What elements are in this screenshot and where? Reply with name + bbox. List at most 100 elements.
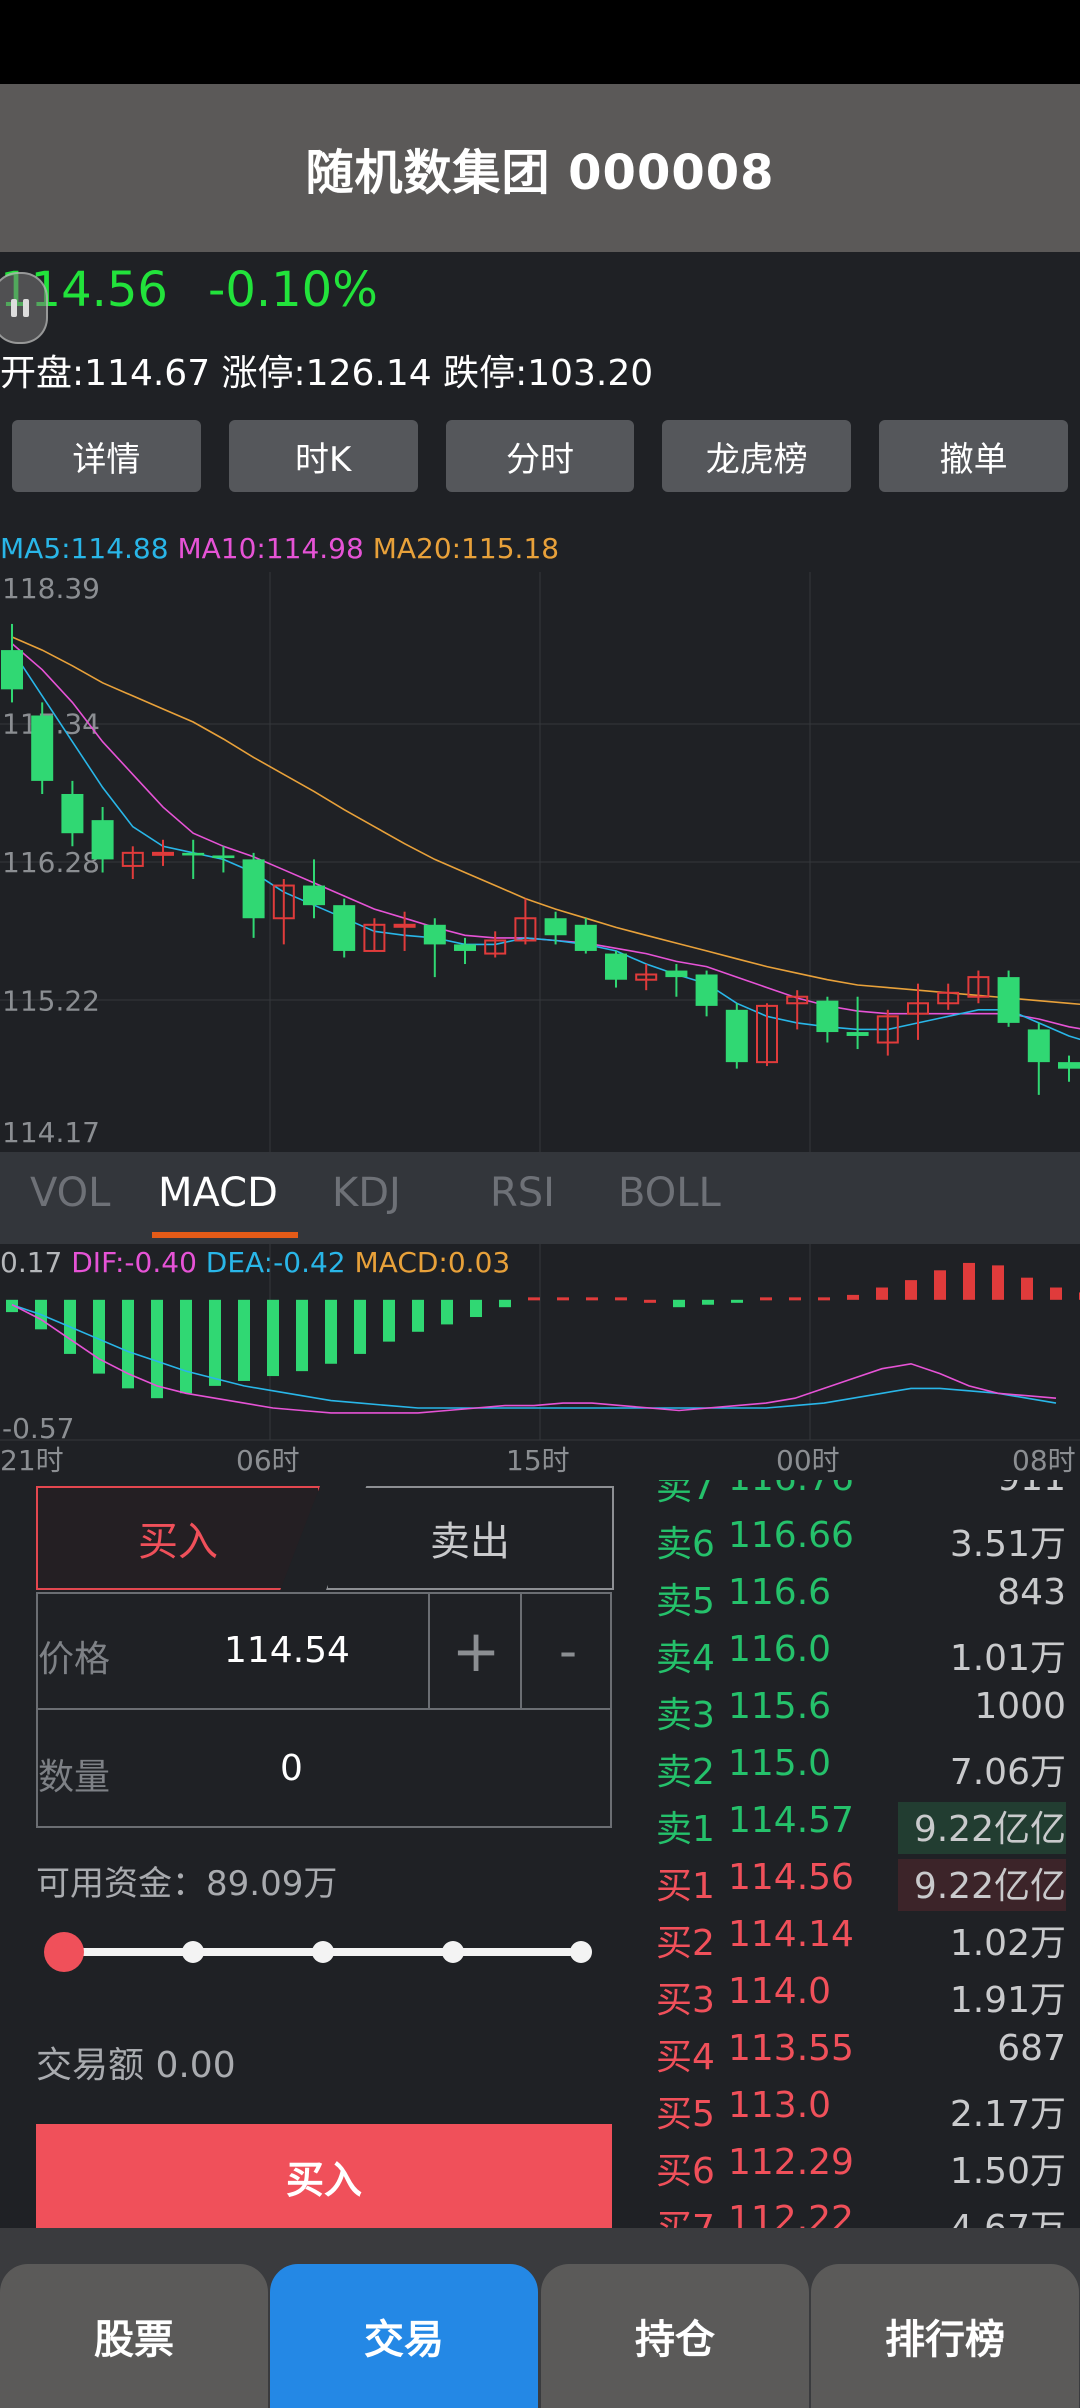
- bid-row[interactable]: 买4 113.55 687: [656, 2028, 1066, 2084]
- order-volume: 911: [997, 1480, 1066, 1499]
- nav-ranking[interactable]: 排行榜: [811, 2264, 1079, 2408]
- macd-bar: [238, 1299, 250, 1381]
- order-side-label: 卖7: [656, 1480, 715, 1508]
- candle-body: [31, 715, 54, 781]
- macd-bar: [1050, 1287, 1062, 1300]
- candlestick-chart[interactable]: 118.39117.34116.28115.22114.17: [0, 572, 1080, 1152]
- bid-row[interactable]: 买3 114.0 1.91万: [656, 1971, 1066, 2027]
- order-volume: 1000: [974, 1686, 1066, 1727]
- nav-stocks[interactable]: 股票: [0, 2264, 268, 2408]
- order-price: 113.55: [728, 2028, 854, 2069]
- macd-bar: [528, 1297, 540, 1301]
- order-price: 116.76: [728, 1480, 854, 1499]
- tab-rsi[interactable]: RSI: [490, 1170, 555, 1216]
- ask-row[interactable]: 卖5 116.6 843: [656, 1572, 1066, 1628]
- bid-row[interactable]: 买7 112.22 4.67万: [656, 2199, 1066, 2228]
- macd-bar: [586, 1297, 598, 1301]
- bid-row[interactable]: 买2 114.14 1.02万: [656, 1914, 1066, 1970]
- macd-bar: [499, 1299, 511, 1308]
- order-price: 115.0: [728, 1743, 832, 1784]
- macd-bar: [702, 1299, 714, 1305]
- candle-body: [1, 650, 23, 690]
- tab-vol[interactable]: VOL: [30, 1170, 110, 1216]
- order-side-label: 买7: [656, 2199, 715, 2228]
- macd-bar: [1021, 1277, 1033, 1300]
- candle-body: [242, 859, 265, 919]
- candle-body: [212, 855, 235, 859]
- ask-row[interactable]: 卖3 115.6 1000: [656, 1686, 1066, 1742]
- macd-bar: [673, 1299, 685, 1308]
- ask-row[interactable]: 卖4 116.0 1.01万: [656, 1629, 1066, 1685]
- order-volume: 1.01万: [949, 1638, 1066, 1679]
- order-side-label: 卖2: [656, 1752, 715, 1793]
- dif-line: [11, 1303, 1057, 1414]
- ma10-line: [11, 642, 1080, 1030]
- x-tick-label: 08时: [1012, 1444, 1076, 1477]
- macd-bar: [905, 1280, 917, 1300]
- macd-bar: [644, 1299, 656, 1303]
- ask-row[interactable]: 卖6 116.66 3.51万: [656, 1515, 1066, 1571]
- nav-trade[interactable]: 交易: [270, 2264, 538, 2408]
- x-tick-label: 15时: [506, 1444, 570, 1477]
- bid-row[interactable]: 买5 113.0 2.17万: [656, 2085, 1066, 2141]
- tab-macd[interactable]: MACD: [158, 1170, 278, 1216]
- candle-body: [152, 851, 174, 856]
- macd-bar: [876, 1287, 888, 1300]
- active-tab-indicator: [152, 1232, 298, 1238]
- floating-assistant-icon[interactable]: [0, 272, 48, 344]
- macd-bar: [470, 1299, 482, 1318]
- ask-row[interactable]: 卖7 116.76 911: [656, 1480, 1066, 1514]
- y-tick-label: 114.17: [2, 1116, 100, 1149]
- y-tick-label: -0.57: [2, 1412, 74, 1445]
- order-price: 114.0: [728, 1971, 832, 2012]
- candle-body: [574, 924, 597, 951]
- candle-body: [423, 924, 446, 945]
- intraday-button[interactable]: 分时: [445, 420, 635, 492]
- macd-bar: [412, 1299, 424, 1332]
- order-side-label: 卖6: [656, 1524, 715, 1565]
- candle-body: [997, 977, 1020, 1023]
- macd-chart[interactable]: -0.5721时 06时 15时 00时 08时: [0, 1244, 1080, 1480]
- status-bar: [0, 0, 1080, 84]
- order-volume: 687: [997, 2028, 1066, 2069]
- candle-body: [182, 852, 205, 856]
- macd-bar: [760, 1297, 772, 1301]
- x-tick-label: 06时: [236, 1444, 300, 1477]
- nav-holdings[interactable]: 持仓: [541, 2264, 809, 2408]
- order-volume: 7.06万: [949, 1752, 1066, 1793]
- order-side-label: 买5: [656, 2094, 715, 2135]
- candle-body: [605, 953, 627, 980]
- macd-bar: [325, 1299, 337, 1364]
- candle-body: [544, 918, 567, 936]
- order-price: 115.6: [728, 1686, 832, 1727]
- order-side-label: 买6: [656, 2151, 715, 2192]
- hourly-kline-button[interactable]: 时K: [228, 420, 418, 492]
- candle-body: [61, 793, 84, 834]
- macd-bar: [267, 1299, 279, 1377]
- macd-bar: [789, 1297, 801, 1301]
- order-side-label: 卖4: [656, 1638, 715, 1679]
- details-button[interactable]: 详情: [12, 420, 201, 492]
- bid-row[interactable]: 买6 112.29 1.50万: [656, 2142, 1066, 2198]
- price-limits: 开盘:114.67 涨停:126.14 跌停:103.20: [0, 353, 654, 394]
- order-price: 116.6: [728, 1572, 832, 1613]
- leaderboard-button[interactable]: 龙虎榜: [662, 420, 852, 492]
- dea-line: [11, 1303, 1057, 1409]
- macd-bar: [296, 1299, 308, 1372]
- candle-body: [725, 1009, 748, 1063]
- ask-row[interactable]: 卖2 115.0 7.06万: [656, 1743, 1066, 1799]
- order-side-label: 卖5: [656, 1581, 715, 1622]
- tab-boll[interactable]: BOLL: [618, 1170, 721, 1216]
- bid-row[interactable]: 买1 114.56 9.22亿亿: [656, 1857, 1066, 1913]
- candle-body: [1027, 1029, 1050, 1063]
- macd-bar: [557, 1297, 569, 1301]
- x-tick-label: 00时: [776, 1444, 840, 1477]
- cancel-order-button[interactable]: 撤单: [879, 420, 1068, 492]
- candle-body: [695, 974, 718, 1006]
- y-tick-label: 118.39: [2, 572, 100, 605]
- macd-bar: [992, 1265, 1004, 1300]
- tab-kdj[interactable]: KDJ: [332, 1170, 401, 1216]
- ask-row[interactable]: 卖1 114.57 9.22亿亿: [656, 1800, 1066, 1856]
- order-volume: 1.02万: [949, 1923, 1066, 1964]
- order-price: 114.14: [728, 1914, 854, 1955]
